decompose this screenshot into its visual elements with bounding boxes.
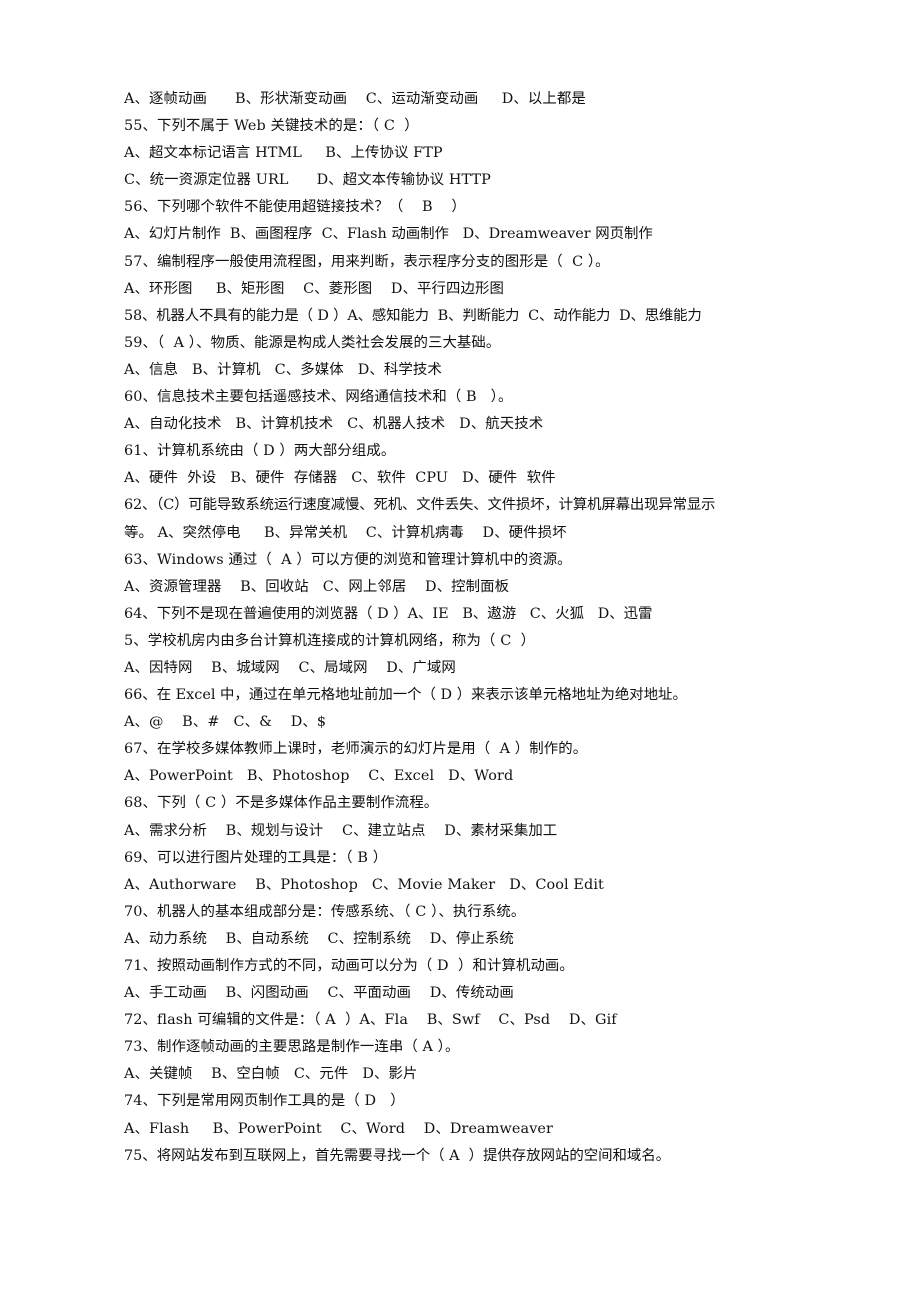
text-line: 等。 A、突然停电 B、异常关机 C、计算机病毒 D、硬件损坏	[124, 524, 567, 541]
text-line: A、自动化技术 B、计算机技术 C、机器人技术 D、航天技术	[124, 416, 544, 433]
text-line: 61、计算机系统由（ D ）两大部分组成。	[124, 443, 396, 460]
text-line: 55、下列不属于 Web 关键技术的是：（ C ）	[124, 118, 419, 135]
text-line: 75、将网站发布到互联网上，首先需要寻找一个（ A ）提供存放网站的空间和域名。	[124, 1147, 671, 1164]
text-line: A、手工动画 B、闪图动画 C、平面动画 D、传统动画	[124, 985, 514, 1002]
document-page: A、逐帧动画 B、形状渐变动画 C、运动渐变动画 D、以上都是 55、下列不属于…	[0, 0, 920, 1302]
text-line: 73、制作逐帧动画的主要思路是制作一连串（ A ）。	[124, 1039, 460, 1056]
text-line: A、PowerPoint B、Photoshop C、Excel D、Word	[124, 768, 514, 785]
text-line: 60、信息技术主要包括遥感技术、网络通信技术和（ B ）。	[124, 389, 513, 406]
text-line: 67、在学校多媒体教师上课时，老师演示的幻灯片是用（ A ）制作的。	[124, 741, 588, 758]
text-line: 70、机器人的基本组成部分是：传感系统、（ C ）、执行系统。	[124, 903, 526, 920]
text-line: 63、Windows 通过（ A ）可以方便的浏览和管理计算机中的资源。	[124, 551, 572, 568]
text-line: 74、下列是常用网页制作工具的是（ D ）	[124, 1093, 405, 1110]
text-line: A、Flash B、PowerPoint C、Word D、Dreamweave…	[124, 1120, 554, 1137]
text-line: 58、机器人不具有的能力是（ D ）A、感知能力 B、判断能力 C、动作能力 D…	[124, 307, 702, 324]
text-line: A、信息 B、计算机 C、多媒体 D、科学技术	[124, 361, 442, 378]
text-line: C、统一资源定位器 URL D、超文本传输协议 HTTP	[124, 172, 491, 189]
text-line: A、因特网 B、城域网 C、局域网 D、广域网	[124, 659, 456, 676]
text-line: 57、编制程序一般使用流程图，用来判断，表示程序分支的图形是（ C ）。	[124, 253, 610, 270]
question-list: A、逐帧动画 B、形状渐变动画 C、运动渐变动画 D、以上都是 55、下列不属于…	[124, 86, 814, 1170]
text-line: 5、学校机房内由多台计算机连接成的计算机网络，称为（ C ）	[124, 632, 536, 649]
text-line: 64、下列不是现在普遍使用的浏览器（ D ）A、IE B、遨游 C、火狐 D、迅…	[124, 605, 653, 622]
text-line: 71、按照动画制作方式的不同，动画可以分为（ D ）和计算机动画。	[124, 958, 574, 974]
text-line: 56、下列哪个软件不能使用超链接技术？（ B ）	[124, 199, 466, 216]
text-line: 68、下列（ C ）不是多媒体作品主要制作流程。	[124, 795, 439, 812]
text-line: A、资源管理器 B、回收站 C、网上邻居 D、控制面板	[124, 578, 510, 595]
text-line: A、动力系统 B、自动系统 C、控制系统 D、停止系统	[124, 930, 514, 947]
text-line: A、超文本标记语言 HTML B、上传协议 FTP	[124, 145, 443, 162]
text-line: A、环形图 B、矩形图 C、菱形图 D、平行四边形图	[124, 280, 505, 297]
text-line: A、逐帧动画 B、形状渐变动画 C、运动渐变动画 D、以上都是	[124, 91, 586, 107]
text-line: A、关键帧 B、空白帧 C、元件 D、影片	[124, 1066, 418, 1083]
text-line: A、需求分析 B、规划与设计 C、建立站点 D、素材采集加工	[124, 822, 558, 839]
text-line: 72、flash 可编辑的文件是：（ A ）A、Fla B、Swf C、Psd …	[124, 1012, 617, 1029]
text-line: A、Authorware B、Photoshop C、Movie Maker D…	[124, 876, 604, 893]
text-line: A、硬件 外设 B、硬件 存储器 C、软件 CPU D、硬件 软件	[124, 470, 556, 487]
text-line: 66、在 Excel 中，通过在单元格地址前加一个（ D ）来表示该单元格地址为…	[124, 687, 687, 704]
text-line: A、@ B、# C、& D、$	[124, 714, 327, 731]
text-line: 62、（C）可能导致系统运行速度减慢、死机、文件丢失、文件损坏，计算机屏幕出现异…	[124, 497, 716, 514]
text-line: 69、可以进行图片处理的工具是：（ B ）	[124, 849, 388, 866]
text-line: 59、（ A ）、物质、能源是构成人类社会发展的三大基础。	[124, 334, 501, 351]
text-line: A、幻灯片制作 B、画图程序 C、Flash 动画制作 D、Dreamweave…	[124, 226, 653, 243]
